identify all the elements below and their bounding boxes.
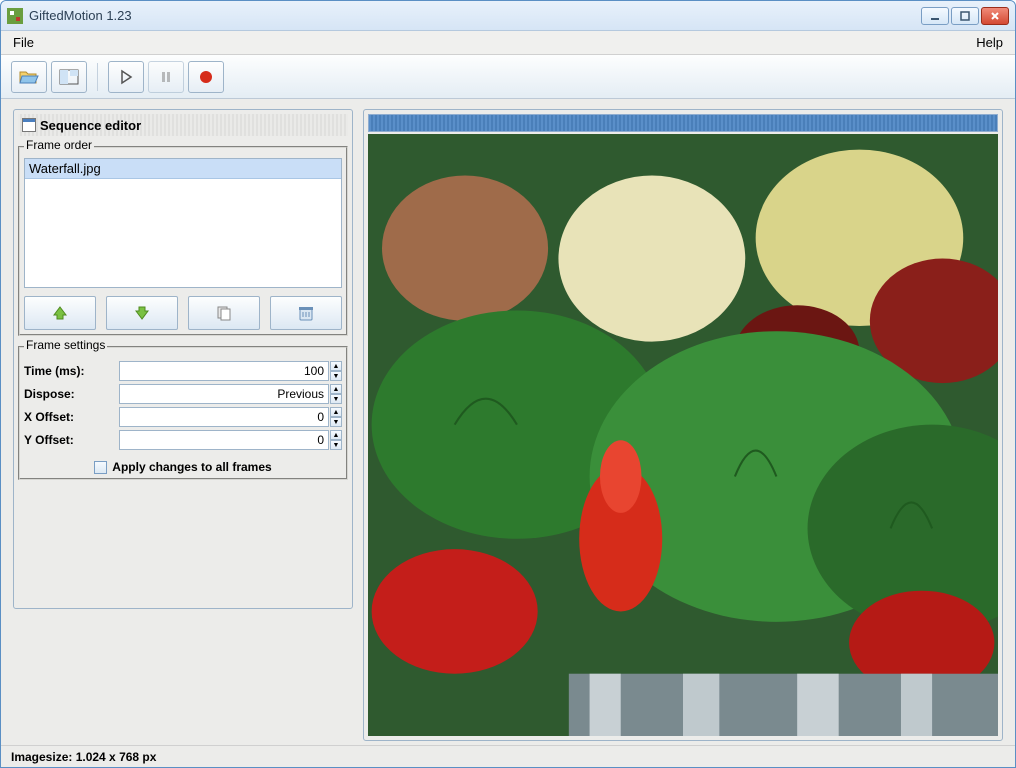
- open-button[interactable]: [11, 61, 47, 93]
- close-button[interactable]: [981, 7, 1009, 25]
- frame-list[interactable]: Waterfall.jpg: [24, 158, 342, 288]
- yoffset-input[interactable]: [119, 430, 329, 450]
- panel-window-icon: [22, 118, 36, 132]
- apply-all-label: Apply changes to all frames: [112, 460, 271, 474]
- sequence-editor-panel: Sequence editor Frame order Waterfall.jp…: [13, 109, 353, 609]
- app-icon: [7, 8, 23, 24]
- toolbar: [1, 55, 1015, 99]
- frame-settings-label: Frame settings: [24, 338, 107, 352]
- sequence-editor-title: Sequence editor: [18, 114, 348, 136]
- time-spin-down[interactable]: ▼: [330, 371, 342, 381]
- frame-order-group: Frame order Waterfall.jpg: [18, 140, 348, 336]
- imagesize-label: Imagesize: 1.024 x 768 px: [11, 750, 156, 764]
- sequence-editor-label: Sequence editor: [40, 118, 141, 133]
- preview-panel: [363, 109, 1003, 741]
- copy-button[interactable]: [188, 296, 260, 330]
- xoffset-input[interactable]: [119, 407, 329, 427]
- pause-button: [148, 61, 184, 93]
- dispose-spin-down[interactable]: ▼: [330, 394, 342, 404]
- layout-button[interactable]: [51, 61, 87, 93]
- xoffset-label: X Offset:: [24, 410, 119, 424]
- file-menu[interactable]: File: [9, 33, 38, 52]
- help-menu[interactable]: Help: [972, 33, 1007, 52]
- xoffset-spin-up[interactable]: ▲: [330, 407, 342, 417]
- move-down-button[interactable]: [106, 296, 178, 330]
- dispose-spin-up[interactable]: ▲: [330, 384, 342, 394]
- play-button[interactable]: [108, 61, 144, 93]
- minimize-button[interactable]: [921, 7, 949, 25]
- delete-button[interactable]: [270, 296, 342, 330]
- yoffset-label: Y Offset:: [24, 433, 119, 447]
- workspace: Sequence editor Frame order Waterfall.jp…: [1, 99, 1015, 745]
- dispose-input[interactable]: [119, 384, 329, 404]
- window-title: GiftedMotion 1.23: [29, 8, 132, 23]
- yoffset-spin-down[interactable]: ▼: [330, 440, 342, 450]
- xoffset-spin-down[interactable]: ▼: [330, 417, 342, 427]
- statusbar: Imagesize: 1.024 x 768 px: [1, 745, 1015, 767]
- time-input[interactable]: [119, 361, 329, 381]
- time-spin-up[interactable]: ▲: [330, 361, 342, 371]
- maximize-button[interactable]: [951, 7, 979, 25]
- record-button[interactable]: [188, 61, 224, 93]
- list-item[interactable]: Waterfall.jpg: [25, 159, 341, 179]
- frame-settings-group: Frame settings Time (ms): ▲▼ Dispose: ▲▼…: [18, 340, 348, 480]
- dispose-label: Dispose:: [24, 387, 119, 401]
- yoffset-spin-up[interactable]: ▲: [330, 430, 342, 440]
- preview-image: [368, 134, 998, 736]
- preview-titlebar[interactable]: [368, 114, 998, 132]
- apply-all-row[interactable]: Apply changes to all frames: [24, 460, 342, 474]
- time-label: Time (ms):: [24, 364, 119, 378]
- menubar: File Help: [1, 31, 1015, 55]
- move-up-button[interactable]: [24, 296, 96, 330]
- frame-order-label: Frame order: [24, 138, 94, 152]
- apply-all-checkbox[interactable]: [94, 461, 107, 474]
- titlebar: GiftedMotion 1.23: [1, 1, 1015, 31]
